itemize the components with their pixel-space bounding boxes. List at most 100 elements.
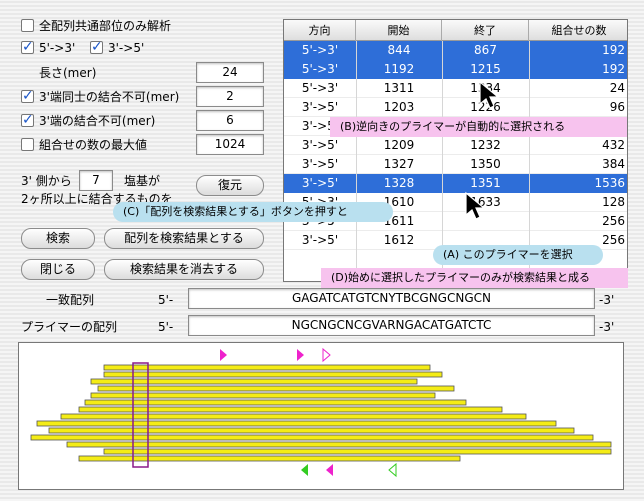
sequence-bar <box>48 427 575 434</box>
cell-dir: 5'->3' <box>301 43 339 57</box>
sequence-bar <box>30 434 594 441</box>
self-bind-label: 3'端同士の結合不可(mer) <box>39 90 180 104</box>
cell-dir: 3'->5' <box>301 157 339 171</box>
cell-start: 1328 <box>383 176 415 190</box>
cell-end: 1215 <box>470 62 501 76</box>
reverse-primer-marker-icon[interactable] <box>326 464 333 476</box>
forward-primer-marker-icon[interactable] <box>220 349 227 361</box>
cell-start: 1612 <box>383 233 415 247</box>
cell-start: 1327 <box>383 157 415 171</box>
reverse-primer-marker-outline-icon[interactable] <box>388 462 397 478</box>
cell-end: 1350 <box>470 157 501 171</box>
table-header: 方向 開始 終了 組合せの数 <box>284 20 627 41</box>
sequence-bar <box>78 455 461 462</box>
forward-dir-label: 5'->3' <box>39 41 76 55</box>
sequence-bar <box>90 378 418 385</box>
callout-d: (D)始めに選択したプライマーのみが検索結果と成る <box>321 268 628 288</box>
cell-count: 24 <box>609 81 625 95</box>
header-end[interactable]: 終了 <box>442 20 529 41</box>
cell-count: 1536 <box>594 176 625 190</box>
cell-start: 1192 <box>383 62 415 76</box>
sequence-bar <box>78 406 503 413</box>
reverse-dir-label: 3'->5' <box>108 41 145 55</box>
restore-button[interactable]: 復元 <box>196 175 264 196</box>
sequence-bar <box>103 364 431 371</box>
side-prefix-label: 3' 側から <box>21 174 72 188</box>
cell-dir: 5'->3' <box>301 81 339 95</box>
self-bind-field[interactable]: 2 <box>196 86 264 107</box>
side-suffix-label: 塩基が <box>124 174 161 188</box>
search-button[interactable]: 検索 <box>21 228 95 249</box>
match-seq-suffix: -3' <box>599 293 615 307</box>
table-row[interactable]: 3'->5' 1209 1232 432 <box>284 136 627 155</box>
mouse-cursor-icon <box>465 191 486 220</box>
cell-start: 1203 <box>383 100 415 114</box>
table-row[interactable]: 5'->3'1311133424 <box>284 79 627 98</box>
match-seq-prefix: 5'- <box>158 293 174 307</box>
primer-seq-label: プライマーの配列 <box>21 320 118 334</box>
column-divider <box>356 41 357 281</box>
reverse-dir-checkbox[interactable] <box>90 39 103 55</box>
close-button[interactable]: 閉じる <box>21 259 95 280</box>
max-combo-checkbox[interactable] <box>21 138 34 151</box>
max-combo-label: 組合せの数の最大値 <box>39 138 148 152</box>
cell-start: 1311 <box>383 81 415 95</box>
cell-start: 1209 <box>383 138 415 152</box>
cell-dir: 3'->5' <box>301 138 339 152</box>
self-bind-checkbox[interactable] <box>21 88 34 104</box>
cell-count: 96 <box>609 100 625 114</box>
max-combo-field[interactable]: 1024 <box>196 134 264 155</box>
primer-seq-suffix: -3' <box>599 320 615 334</box>
set-result-button[interactable]: 配列を検索結果とする <box>104 228 264 249</box>
callout-c: (C)「配列を検索結果とする」ボタンを押すと <box>113 202 393 222</box>
alignment-view <box>30 347 612 478</box>
match-seq-field[interactable]: GAGATCATGTCNYTBCGNGCNGCN <box>188 288 595 309</box>
cell-end: 1232 <box>470 138 501 152</box>
cell-count: 192 <box>602 43 625 57</box>
common-only-label: 全配列共通部位のみ解析 <box>39 19 172 33</box>
cell-end: 867 <box>474 43 497 57</box>
reverse-primer-marker-icon[interactable] <box>301 464 308 476</box>
table-row[interactable]: 3'->5' 1327 1350 384 <box>284 155 627 174</box>
table-row[interactable]: 5'->3' 1192 1215 192 <box>284 60 627 79</box>
common-only-checkbox[interactable] <box>21 19 34 32</box>
forward-primer-marker-icon[interactable] <box>297 349 304 361</box>
alignment-panel[interactable] <box>18 342 624 490</box>
sequence-bar <box>97 385 455 392</box>
sequence-bar <box>36 420 557 427</box>
cell-start: 844 <box>387 43 411 57</box>
length-field[interactable]: 24 <box>196 62 264 83</box>
cell-count: 384 <box>602 157 625 171</box>
callout-b: (B)逆向きのプライマーが自動的に選択される <box>330 117 627 137</box>
header-start[interactable]: 開始 <box>356 20 442 41</box>
sequence-bar <box>90 392 436 399</box>
primer-seq-field[interactable]: NGCNGCNCGVARNGACATGATCTC <box>188 315 595 336</box>
table-row[interactable]: 5'->3' 844 867 192 <box>284 41 627 60</box>
cell-dir: 3'->5' <box>301 176 339 190</box>
table-row[interactable]: 3'->5' 1203 1226 96 <box>284 98 627 117</box>
end-bind-field[interactable]: 6 <box>196 110 264 131</box>
end-bind-checkbox[interactable] <box>21 112 34 128</box>
callout-a: (A) このプライマーを選択 <box>433 245 603 265</box>
primer-seq-prefix: 5'- <box>158 320 174 334</box>
cell-dir: 3'->5' <box>301 233 339 247</box>
cell-dir: 5'->3' <box>301 62 339 76</box>
cell-count: 256 <box>602 214 625 228</box>
forward-dir-checkbox[interactable] <box>21 39 34 55</box>
sequence-bar <box>103 448 612 455</box>
end-bind-label: 3'端の結合不可(mer) <box>39 114 156 128</box>
forward-primer-marker-outline-icon[interactable] <box>322 347 331 363</box>
clear-result-button[interactable]: 検索結果を消去する <box>104 259 264 280</box>
header-direction[interactable]: 方向 <box>284 20 356 41</box>
cell-count: 128 <box>602 195 625 209</box>
header-count[interactable]: 組合せの数 <box>529 20 627 41</box>
primer-table[interactable]: 方向 開始 終了 組合せの数 5'->3' 844 867 192 5'->3' 1192… <box>283 19 628 282</box>
cell-count: 192 <box>602 62 625 76</box>
side-count-field[interactable]: 7 <box>79 170 113 191</box>
sequence-bar <box>103 371 443 378</box>
sequence-bar <box>60 413 527 420</box>
match-seq-label: 一致配列 <box>46 293 95 307</box>
sequence-bar <box>84 399 467 406</box>
length-label: 長さ(mer) <box>39 66 97 80</box>
table-row[interactable]: 3'->5' 1328 1351 1536 <box>284 174 627 193</box>
